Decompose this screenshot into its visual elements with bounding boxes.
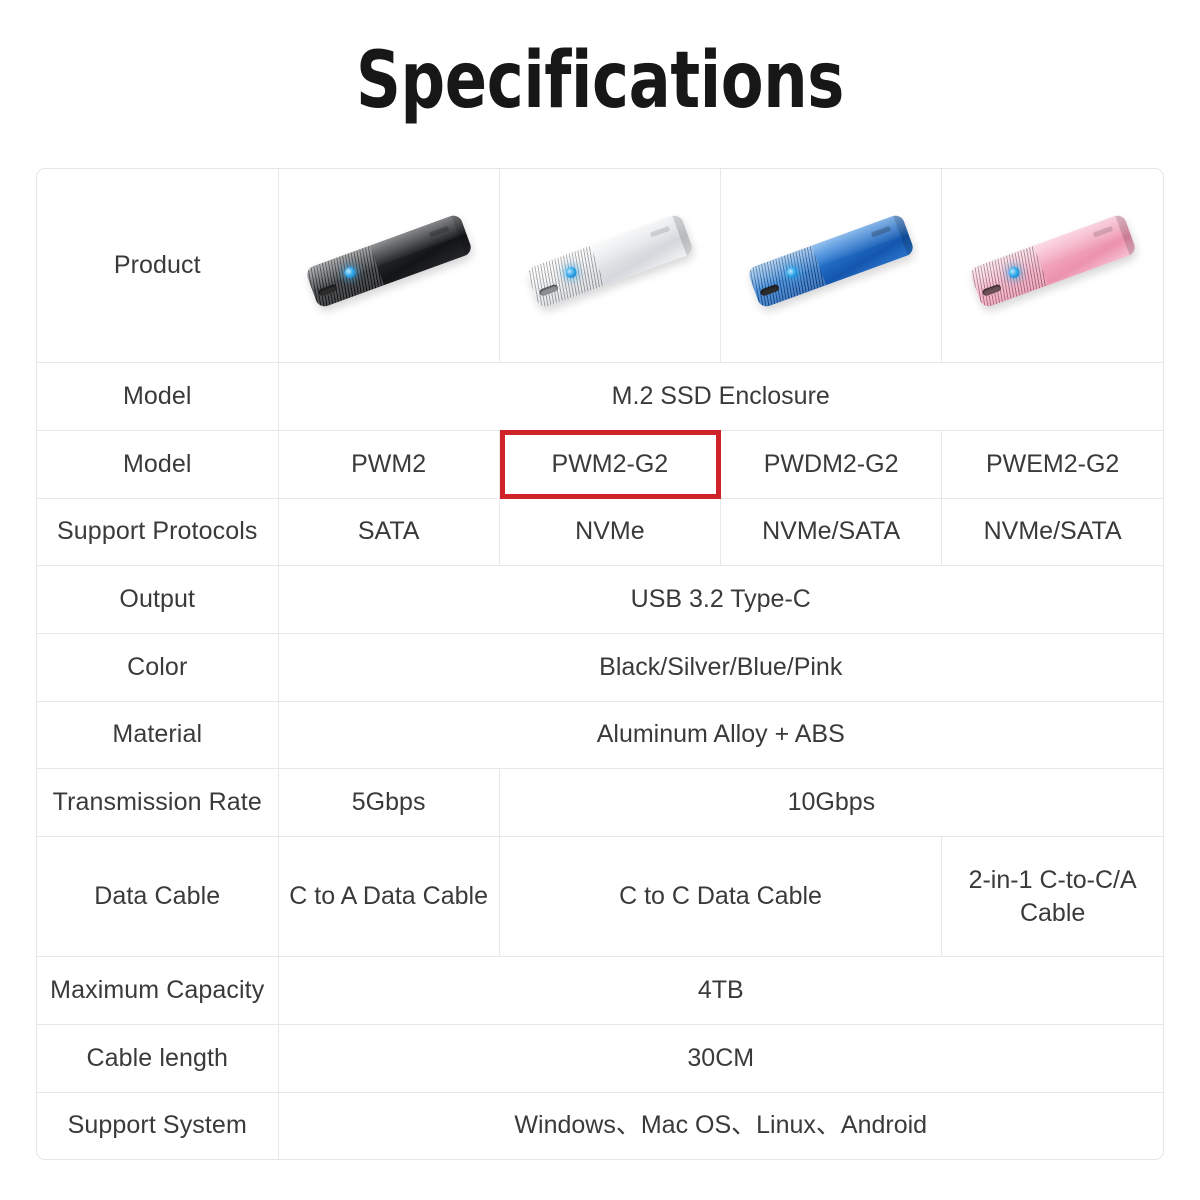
data-cable-col-4: 2-in-1 C-to-C/A Cable	[941, 836, 1163, 958]
row-value-material: Aluminum Alloy + ABS	[278, 701, 1163, 770]
protocol-col-4: NVMe/SATA	[941, 498, 1163, 567]
row-label-color: Color	[37, 633, 279, 702]
row-value-output: USB 3.2 Type-C	[278, 565, 1163, 634]
table-row-cable-length: Cable length 30CM	[37, 1024, 1163, 1093]
specifications-page: Specifications Product Model M.2 SSD Enc…	[0, 0, 1200, 1200]
table-row-material: Material Aluminum Alloy + ABS	[37, 701, 1163, 770]
row-label-output: Output	[37, 565, 279, 634]
row-value-maximum-capacity: 4TB	[278, 956, 1163, 1026]
row-value-model-name: M.2 SSD Enclosure	[278, 362, 1163, 432]
row-label-support-system: Support System	[37, 1092, 279, 1159]
data-cable-col-2-3: C to C Data Cable	[499, 836, 943, 958]
page-title: Specifications	[356, 36, 844, 126]
transmission-rate-col-1: 5Gbps	[278, 768, 500, 837]
model-sku-pwem2-g2: PWEM2-G2	[941, 430, 1163, 499]
row-label-support-protocols: Support Protocols	[37, 498, 279, 567]
data-cable-col-1: C to A Data Cable	[278, 836, 500, 958]
row-label-product: Product	[37, 169, 279, 364]
row-label-data-cable: Data Cable	[37, 836, 279, 958]
protocol-col-3: NVMe/SATA	[720, 498, 943, 567]
ssd-enclosure-black-icon	[301, 210, 477, 322]
row-value-color: Black/Silver/Blue/Pink	[278, 633, 1163, 702]
table-row-output: Output USB 3.2 Type-C	[37, 565, 1163, 634]
protocol-col-2: NVMe	[499, 498, 722, 567]
table-row-model-name: Model M.2 SSD Enclosure	[37, 362, 1163, 432]
transmission-rate-col-2-4: 10Gbps	[499, 768, 1163, 837]
product-image-silver	[499, 169, 722, 364]
model-sku-pwm2-g2-label: PWM2-G2	[551, 449, 669, 478]
row-label-maximum-capacity: Maximum Capacity	[37, 956, 279, 1026]
row-value-support-system: Windows、Mac OS、Linux、Android	[514, 1111, 928, 1140]
table-row-model-sku: Model PWM2 PWM2-G2 PWDM2-G2 PWEM2-G2	[37, 430, 1163, 499]
row-label-cable-length: Cable length	[37, 1024, 279, 1093]
row-value-cable-length: 30CM	[278, 1024, 1163, 1093]
table-row-color: Color Black/Silver/Blue/Pink	[37, 633, 1163, 702]
row-label-model-name: Model	[37, 362, 279, 432]
product-image-blue	[720, 169, 943, 364]
model-sku-pwdm2-g2: PWDM2-G2	[720, 430, 943, 499]
ssd-enclosure-pink-icon	[965, 210, 1141, 322]
model-sku-pwm2: PWM2	[278, 430, 500, 499]
model-sku-pwm2-g2-highlighted[interactable]: PWM2-G2	[499, 430, 722, 499]
table-row-transmission-rate: Transmission Rate 5Gbps 10Gbps	[37, 768, 1163, 837]
product-image-black	[278, 169, 500, 364]
row-label-material: Material	[37, 701, 279, 770]
product-image-pink	[941, 169, 1163, 364]
table-row-product: Product	[37, 169, 1163, 364]
row-label-model-sku: Model	[37, 430, 279, 499]
table-row-support-protocols: Support Protocols SATA NVMe NVMe/SATA NV…	[37, 498, 1163, 567]
row-label-transmission-rate: Transmission Rate	[37, 768, 279, 837]
ssd-enclosure-silver-icon	[522, 210, 698, 322]
ssd-enclosure-blue-icon	[743, 210, 919, 322]
table-row-data-cable: Data Cable C to A Data Cable C to C Data…	[37, 836, 1163, 958]
table-row-support-system: Support System Windows、Mac OS、Linux、Andr…	[37, 1092, 1163, 1159]
specifications-table: Product Model M.2 SSD Enclosure Model PW…	[36, 168, 1164, 1160]
protocol-col-1: SATA	[278, 498, 500, 567]
table-row-maximum-capacity: Maximum Capacity 4TB	[37, 956, 1163, 1026]
